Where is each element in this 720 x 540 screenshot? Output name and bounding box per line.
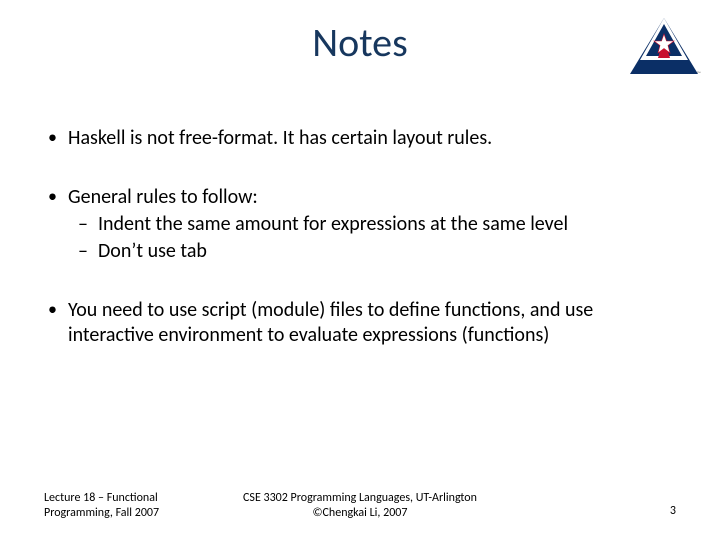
sub-bullet-text: Indent the same amount for expressions a… (98, 212, 568, 236)
content-body: Haskell is not free-format. It has certa… (44, 126, 676, 382)
page-number: 3 (670, 504, 676, 518)
bullet-text: You need to use script (module) files to… (68, 298, 593, 347)
page-title: Notes (0, 18, 720, 67)
svg-text:™: ™ (697, 71, 701, 77)
uta-logo-icon: ™ (626, 14, 702, 78)
footer-center-line2: ©Chengkai Li, 2007 (0, 506, 720, 522)
bullet-item: General rules to follow: Indent the same… (44, 185, 676, 264)
bullet-item: Haskell is not free-format. It has certa… (44, 126, 676, 151)
slide: Notes ™ Haskell is not free-format. It h… (0, 0, 720, 540)
footer-center-line1: CSE 3302 Programming Languages, UT-Arlin… (0, 491, 720, 507)
bullet-text: General rules to follow: (68, 185, 258, 209)
sub-bullet-text: Don’t use tab (98, 239, 207, 263)
sub-bullet-item: Don’t use tab (68, 239, 676, 264)
footer: Lecture 18 – Functional Programming, Fal… (0, 482, 720, 522)
bullet-text: Haskell is not free-format. It has certa… (68, 126, 492, 150)
bullet-item: You need to use script (module) files to… (44, 298, 676, 348)
sub-bullet-item: Indent the same amount for expressions a… (68, 212, 676, 237)
footer-center: CSE 3302 Programming Languages, UT-Arlin… (0, 491, 720, 522)
